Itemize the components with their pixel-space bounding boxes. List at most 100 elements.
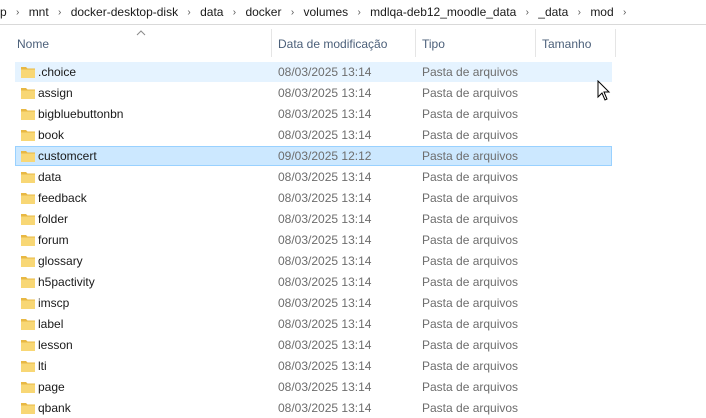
file-type: Pasta de arquivos: [422, 191, 519, 205]
chevron-right-icon[interactable]: ›: [574, 7, 584, 18]
file-type: Pasta de arquivos: [422, 317, 519, 331]
breadcrumb-item[interactable]: p ›: [0, 5, 23, 19]
chevron-right-icon[interactable]: ›: [522, 7, 532, 18]
file-row[interactable]: qbank 08/03/2025 13:14 Pasta de arquivos: [15, 398, 612, 418]
file-type: Pasta de arquivos: [422, 212, 519, 226]
file-date: 08/03/2025 13:14: [278, 380, 372, 394]
file-date: 08/03/2025 13:14: [278, 359, 372, 373]
file-type: Pasta de arquivos: [422, 128, 519, 142]
file-date: 08/03/2025 13:14: [278, 401, 372, 415]
file-type: Pasta de arquivos: [422, 359, 519, 373]
file-row[interactable]: book 08/03/2025 13:14 Pasta de arquivos: [15, 125, 612, 145]
chevron-right-icon[interactable]: ›: [55, 7, 65, 18]
sort-up-icon: [136, 30, 146, 36]
file-name: feedback: [38, 191, 87, 205]
breadcrumb-item[interactable]: docker ›: [239, 5, 297, 19]
column-header-type[interactable]: Tipo: [416, 29, 536, 57]
file-row[interactable]: lti 08/03/2025 13:14 Pasta de arquivos: [15, 356, 612, 376]
file-row[interactable]: customcert 09/03/2025 12:12 Pasta de arqui…: [15, 146, 612, 166]
file-name: forum: [38, 233, 69, 247]
file-row[interactable]: bigbluebuttonbn 08/03/2025 13:14 Pasta de …: [15, 104, 612, 124]
file-name: folder: [38, 212, 69, 226]
file-name: lesson: [38, 338, 73, 352]
file-type: Pasta de arquivos: [422, 149, 519, 163]
column-headers: Nome Data de modificação Tipo Tamanho: [0, 29, 706, 57]
folder-icon: [21, 298, 35, 309]
file-row[interactable]: assign 08/03/2025 13:14 Pasta de arquivos: [15, 83, 612, 103]
breadcrumb-item-label: _data: [538, 5, 569, 19]
breadcrumb-item-label: data: [200, 5, 224, 19]
breadcrumb-item[interactable]: docker-desktop-disk ›: [65, 5, 194, 19]
folder-icon: [21, 277, 35, 288]
file-row[interactable]: page 08/03/2025 13:14 Pasta de arquivos: [15, 377, 612, 397]
column-header-date[interactable]: Data de modificação: [272, 29, 416, 57]
file-row[interactable]: folder 08/03/2025 13:14 Pasta de arquivos: [15, 209, 612, 229]
folder-icon: [21, 172, 35, 183]
file-date: 08/03/2025 13:14: [278, 275, 372, 289]
file-type: Pasta de arquivos: [422, 107, 519, 121]
breadcrumb-item[interactable]: mnt ›: [23, 5, 65, 19]
breadcrumb-item-label: mnt: [28, 5, 49, 19]
file-date: 08/03/2025 13:14: [278, 233, 372, 247]
folder-icon: [21, 340, 35, 351]
breadcrumb-item[interactable]: mod ›: [584, 5, 629, 19]
file-name: bigbluebuttonbn: [38, 107, 124, 121]
chevron-right-icon[interactable]: ›: [184, 7, 194, 18]
file-name: data: [38, 170, 62, 184]
file-name: lti: [38, 359, 47, 373]
file-type: Pasta de arquivos: [422, 86, 519, 100]
file-row[interactable]: imscp 08/03/2025 13:14 Pasta de arquivos: [15, 293, 612, 313]
file-row[interactable]: label 08/03/2025 13:14 Pasta de arquivos: [15, 314, 612, 334]
chevron-right-icon[interactable]: ›: [229, 7, 239, 18]
file-date: 08/03/2025 13:14: [278, 317, 372, 331]
breadcrumb-item-label: mod: [590, 5, 614, 19]
folder-icon: [21, 88, 35, 99]
folder-icon: [21, 361, 35, 372]
folder-icon: [21, 130, 35, 141]
breadcrumb-item[interactable]: volumes ›: [297, 5, 364, 19]
file-type: Pasta de arquivos: [422, 233, 519, 247]
file-type: Pasta de arquivos: [422, 170, 519, 184]
file-date: 08/03/2025 13:14: [278, 296, 372, 310]
file-row[interactable]: feedback 08/03/2025 13:14 Pasta de arquivo…: [15, 188, 612, 208]
file-row[interactable]: h5pactivity 08/03/2025 13:14 Pasta de arqu…: [15, 272, 612, 292]
breadcrumb-item-label: mdlqa-deb12_moodle_data: [370, 5, 517, 19]
chevron-right-icon[interactable]: ›: [354, 7, 364, 18]
file-date: 09/03/2025 12:12: [278, 149, 372, 163]
file-date: 08/03/2025 13:14: [278, 212, 372, 226]
breadcrumb: p › mnt › docker-desktop-disk › data › docker › vo…: [0, 0, 706, 25]
file-row[interactable]: forum 08/03/2025 13:14 Pasta de arquivos: [15, 230, 612, 250]
folder-icon: [21, 193, 35, 204]
folder-icon: [21, 319, 35, 330]
breadcrumb-item-label: docker-desktop-disk: [70, 5, 179, 19]
folder-icon: [21, 382, 35, 393]
file-type: Pasta de arquivos: [422, 65, 519, 79]
folder-icon: [21, 256, 35, 267]
file-row[interactable]: data 08/03/2025 13:14 Pasta de arquivos: [15, 167, 612, 187]
chevron-right-icon[interactable]: ›: [620, 7, 630, 18]
file-row[interactable]: glossary 08/03/2025 13:14 Pasta de arquivo…: [15, 251, 612, 271]
folder-icon: [21, 109, 35, 120]
file-name: .choice: [38, 65, 77, 79]
file-date: 08/03/2025 13:14: [278, 254, 372, 268]
file-type: Pasta de arquivos: [422, 380, 519, 394]
breadcrumb-item[interactable]: data ›: [194, 5, 239, 19]
file-type: Pasta de arquivos: [422, 296, 519, 310]
file-date: 08/03/2025 13:14: [278, 128, 372, 142]
file-name: customcert: [38, 149, 97, 163]
file-date: 08/03/2025 13:14: [278, 170, 372, 184]
chevron-right-icon[interactable]: ›: [13, 7, 23, 18]
file-name: h5pactivity: [38, 275, 95, 289]
breadcrumb-item[interactable]: mdlqa-deb12_moodle_data ›: [364, 5, 532, 19]
file-name: imscp: [38, 296, 70, 310]
column-header-size[interactable]: Tamanho: [536, 29, 616, 57]
file-name: book: [38, 128, 65, 142]
file-date: 08/03/2025 13:14: [278, 107, 372, 121]
chevron-right-icon[interactable]: ›: [287, 7, 297, 18]
file-row[interactable]: lesson 08/03/2025 13:14 Pasta de arquivos: [15, 335, 612, 355]
file-date: 08/03/2025 13:14: [278, 191, 372, 205]
breadcrumb-item[interactable]: _data ›: [532, 5, 584, 19]
folder-icon: [21, 151, 35, 162]
file-date: 08/03/2025 13:14: [278, 338, 372, 352]
file-row[interactable]: .choice 08/03/2025 13:14 Pasta de arquivos: [15, 62, 612, 82]
